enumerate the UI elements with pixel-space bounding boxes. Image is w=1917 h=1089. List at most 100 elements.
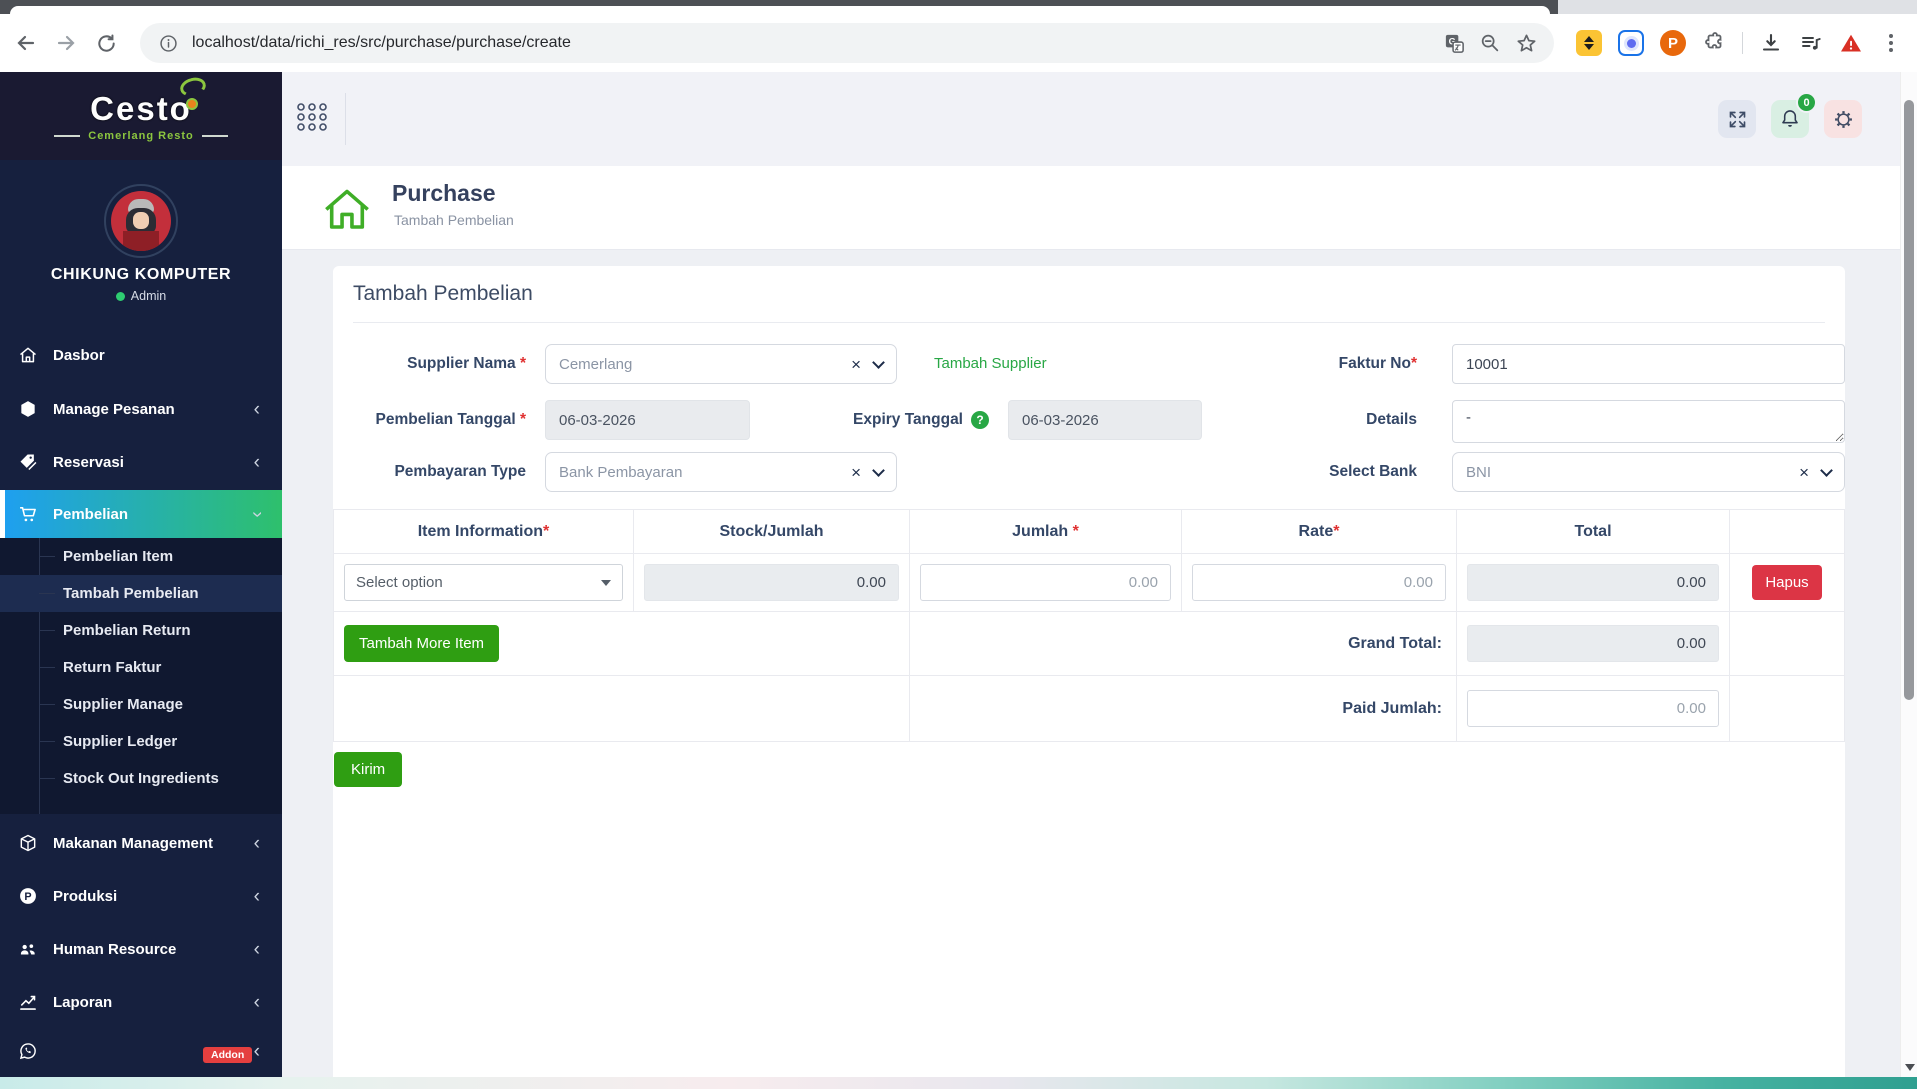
clear-icon[interactable]: × [1799,464,1809,481]
extension-p-icon[interactable]: P [1660,30,1686,56]
reload-icon[interactable] [94,31,118,55]
submenu-item-supplier-ledger[interactable]: Supplier Ledger [0,723,282,760]
browser-menu-icon[interactable] [1879,31,1903,55]
sidebar-item-label: Laporan [53,993,113,1011]
extensions-puzzle-icon[interactable] [1702,31,1726,55]
chart-icon [18,992,38,1012]
sidebar-item-laporan[interactable]: Laporan ‹ [0,978,282,1026]
toolbar-divider [1742,32,1743,54]
produksi-p-icon: P [18,886,38,906]
submenu-item-return-faktur[interactable]: Return Faktur [0,649,282,686]
url-text[interactable]: localhost/data/richi_res/src/purchase/pu… [192,34,571,52]
items-table: Item Information* Stock/Jumlah Jumlah * … [333,509,1845,742]
submenu-item-tambah-pembelian[interactable]: Tambah Pembelian [0,575,282,612]
hapus-button[interactable]: Hapus [1752,565,1822,600]
pembelian-submenu: Pembelian Item Tambah Pembelian Pembelia… [0,538,282,814]
sidebar-item-makanan-management[interactable]: Makanan Management ‹ [0,819,282,867]
clear-icon[interactable]: × [851,464,861,481]
translate-icon[interactable]: G [1442,31,1466,55]
notifications-button[interactable]: 0 [1771,92,1817,138]
back-icon[interactable] [14,31,38,55]
tambah-more-item-button[interactable]: Tambah More Item [344,625,500,662]
grand-total-label: Grand Total: [909,611,1457,676]
col-item-information: Item Information* [333,509,634,554]
chevron-down-icon[interactable] [1820,463,1833,477]
kirim-button[interactable]: Kirim [334,752,403,787]
home-icon [18,345,38,365]
addon-badge: Addon [203,1047,253,1063]
sidebar-item-label: Manage Pesanan [53,400,175,418]
notification-count-badge: 0 [1796,92,1817,113]
supplier-select[interactable]: Cemerlang × [545,344,897,384]
submenu-item-stock-out-ingredients[interactable]: Stock Out Ingredients [0,760,282,797]
extension-dot-icon[interactable] [1618,30,1644,56]
details-label: Details [1366,411,1417,428]
scrollbar-thumb[interactable] [1904,100,1914,700]
sidebar-item-pembelian[interactable]: Pembelian ‹ [0,490,282,538]
col-jumlah: Jumlah * [909,509,1182,554]
submenu-item-supplier-manage[interactable]: Supplier Manage [0,686,282,723]
content: Tambah Pembelian Supplier Nama * Cemerla… [282,250,1900,1089]
zoom-out-icon[interactable] [1478,31,1502,55]
logo-dash-left [54,135,81,137]
site-info-icon[interactable] [156,31,180,55]
avatar[interactable] [104,184,178,258]
scrollbar[interactable] [1900,72,1917,1089]
paid-jumlah-input[interactable] [1467,690,1719,727]
downloads-icon[interactable] [1759,31,1783,55]
bookmark-star-icon[interactable] [1514,31,1538,55]
svg-text:P: P [24,891,31,903]
warning-icon[interactable] [1839,31,1863,55]
apps-grid-icon[interactable] [295,100,329,139]
stock-readonly-input [644,564,899,601]
browser-active-tab[interactable] [10,6,1550,14]
user-name: CHIKUNG KOMPUTER [50,266,232,283]
screen: localhost/data/richi_res/src/purchase/pu… [0,0,1917,1089]
submenu-item-pembelian-return[interactable]: Pembelian Return [0,612,282,649]
col-stock-jumlah: Stock/Jumlah [633,509,910,554]
tambah-supplier-link[interactable]: Tambah Supplier [934,344,1047,384]
sidebar-item-dasbor[interactable]: Dasbor [0,331,282,379]
item-select[interactable]: Select option [344,564,623,601]
help-icon[interactable]: ? [971,411,989,429]
expiry-tanggal-input[interactable] [1008,400,1202,440]
chevron-down-icon[interactable] [872,355,885,369]
item-select-value: Select option [356,574,443,591]
chevron-left-icon: ‹ [253,938,260,960]
paid-jumlah-row: Paid Jumlah: [333,675,1845,742]
sidebar-item-human-resource[interactable]: Human Resource ‹ [0,925,282,973]
chevron-left-icon: ‹ [253,451,260,473]
sidebar-item-label: Makanan Management [53,834,214,852]
logo[interactable]: Cesto Cemerlang Resto [0,72,282,160]
pembayaran-select-value: Bank Pembayaran [559,463,683,481]
sidebar-item-produksi[interactable]: P Produksi ‹ [0,872,282,920]
url-bar[interactable]: localhost/data/richi_res/src/purchase/pu… [140,23,1554,63]
pembelian-tanggal-input[interactable] [545,400,750,440]
tambah-pembelian-card: Tambah Pembelian Supplier Nama * Cemerla… [333,266,1845,1089]
bank-select[interactable]: BNI × [1452,452,1845,492]
card-title: Tambah Pembelian [353,282,533,305]
clear-icon[interactable]: × [851,356,861,373]
fullscreen-button[interactable] [1718,100,1756,138]
col-rate: Rate* [1181,509,1457,554]
sidebar-item-reservasi[interactable]: Reservasi ‹ [0,438,282,486]
browser-newtab-zone [1558,0,1917,14]
browser-tabstrip [0,0,1917,14]
rate-input[interactable] [1192,564,1446,601]
sidebar-item-manage-pesanan[interactable]: Manage Pesanan ‹ [0,385,282,433]
extension-updown-icon[interactable] [1576,30,1602,56]
appbar-divider [345,93,346,145]
scrollbar-down-arrow[interactable] [1905,1064,1915,1071]
forward-icon[interactable] [54,31,78,55]
pembayaran-type-select[interactable]: Bank Pembayaran × [545,452,897,492]
faktur-no-input[interactable] [1452,344,1845,384]
details-textarea[interactable]: - [1452,400,1845,443]
whatsapp-icon [18,1041,38,1061]
chevron-down-icon[interactable] [872,463,885,477]
supplier-nama-label: Supplier Nama * [407,355,526,372]
logo-badge-graphic [185,98,198,110]
media-queue-icon[interactable] [1799,31,1823,55]
settings-button[interactable] [1824,100,1862,138]
jumlah-input[interactable] [920,564,1171,601]
submenu-item-pembelian-item[interactable]: Pembelian Item [0,538,282,575]
